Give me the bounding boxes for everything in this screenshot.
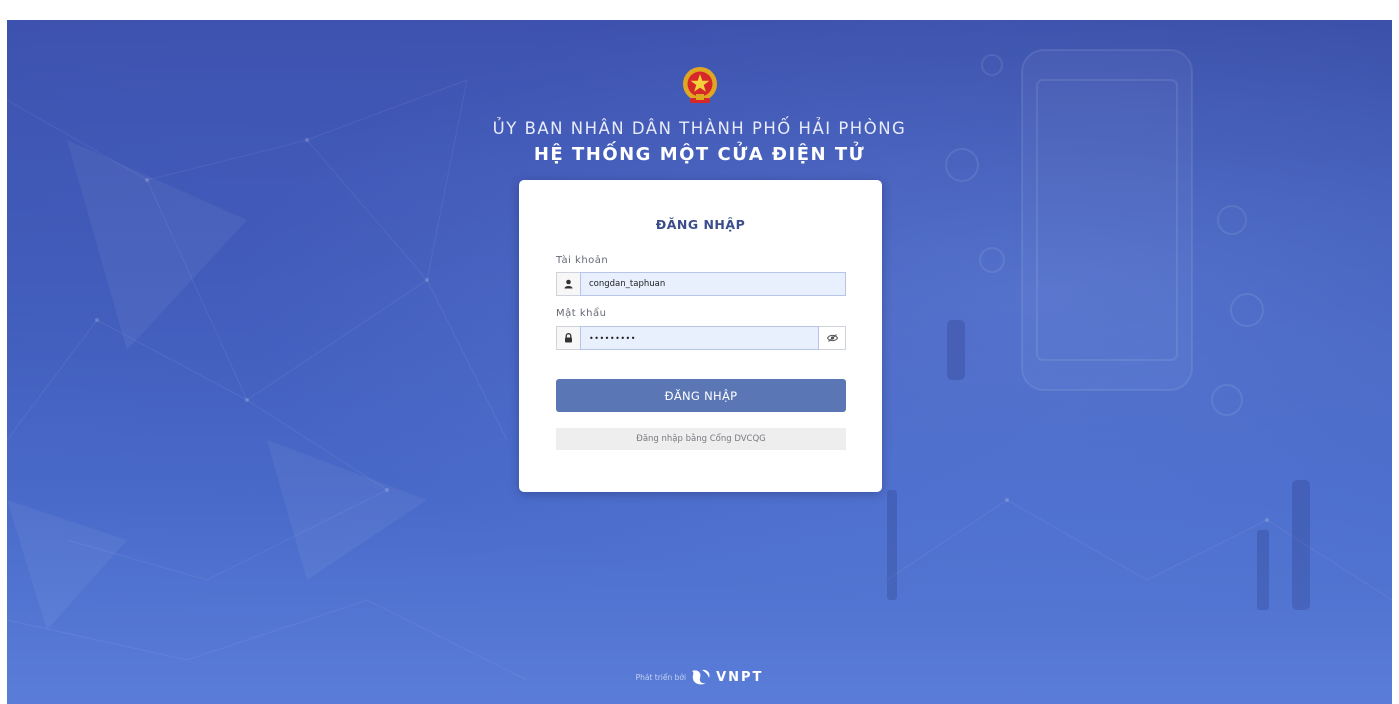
organization-title: ỦY BAN NHÂN DÂN THÀNH PHỐ HẢI PHÒNG: [492, 119, 907, 138]
footer: Phát triển bởi VNPT: [7, 668, 1392, 686]
password-field-group: [556, 326, 846, 350]
vnpt-logo-icon: [692, 669, 710, 685]
login-title: ĐĂNG NHẬP: [655, 217, 746, 232]
username-label: Tài khoản: [556, 255, 609, 266]
username-input[interactable]: [580, 272, 846, 296]
login-card: ĐĂNG NHẬP Tài khoản Mật khẩu: [519, 180, 882, 492]
user-icon: [556, 272, 580, 296]
login-page-background: ỦY BAN NHÂN DÂN THÀNH PHỐ HẢI PHÒNG HỆ T…: [7, 20, 1392, 704]
vnpt-brand: VNPT: [716, 669, 764, 685]
system-title: HỆ THỐNG MỘT CỬA ĐIỆN TỬ: [533, 144, 866, 165]
dvcqg-login-button[interactable]: Đăng nhập bằng Cổng DVCQG: [556, 428, 846, 450]
developed-by-text: Phát triển bởi: [635, 672, 687, 682]
password-label: Mật khẩu: [556, 308, 607, 319]
login-button[interactable]: ĐĂNG NHẬP: [556, 379, 846, 412]
lock-icon: [556, 326, 580, 350]
password-input[interactable]: [580, 326, 819, 350]
national-emblem-icon: [683, 67, 717, 103]
username-field-group: [556, 272, 846, 296]
eye-icon[interactable]: [819, 326, 846, 350]
